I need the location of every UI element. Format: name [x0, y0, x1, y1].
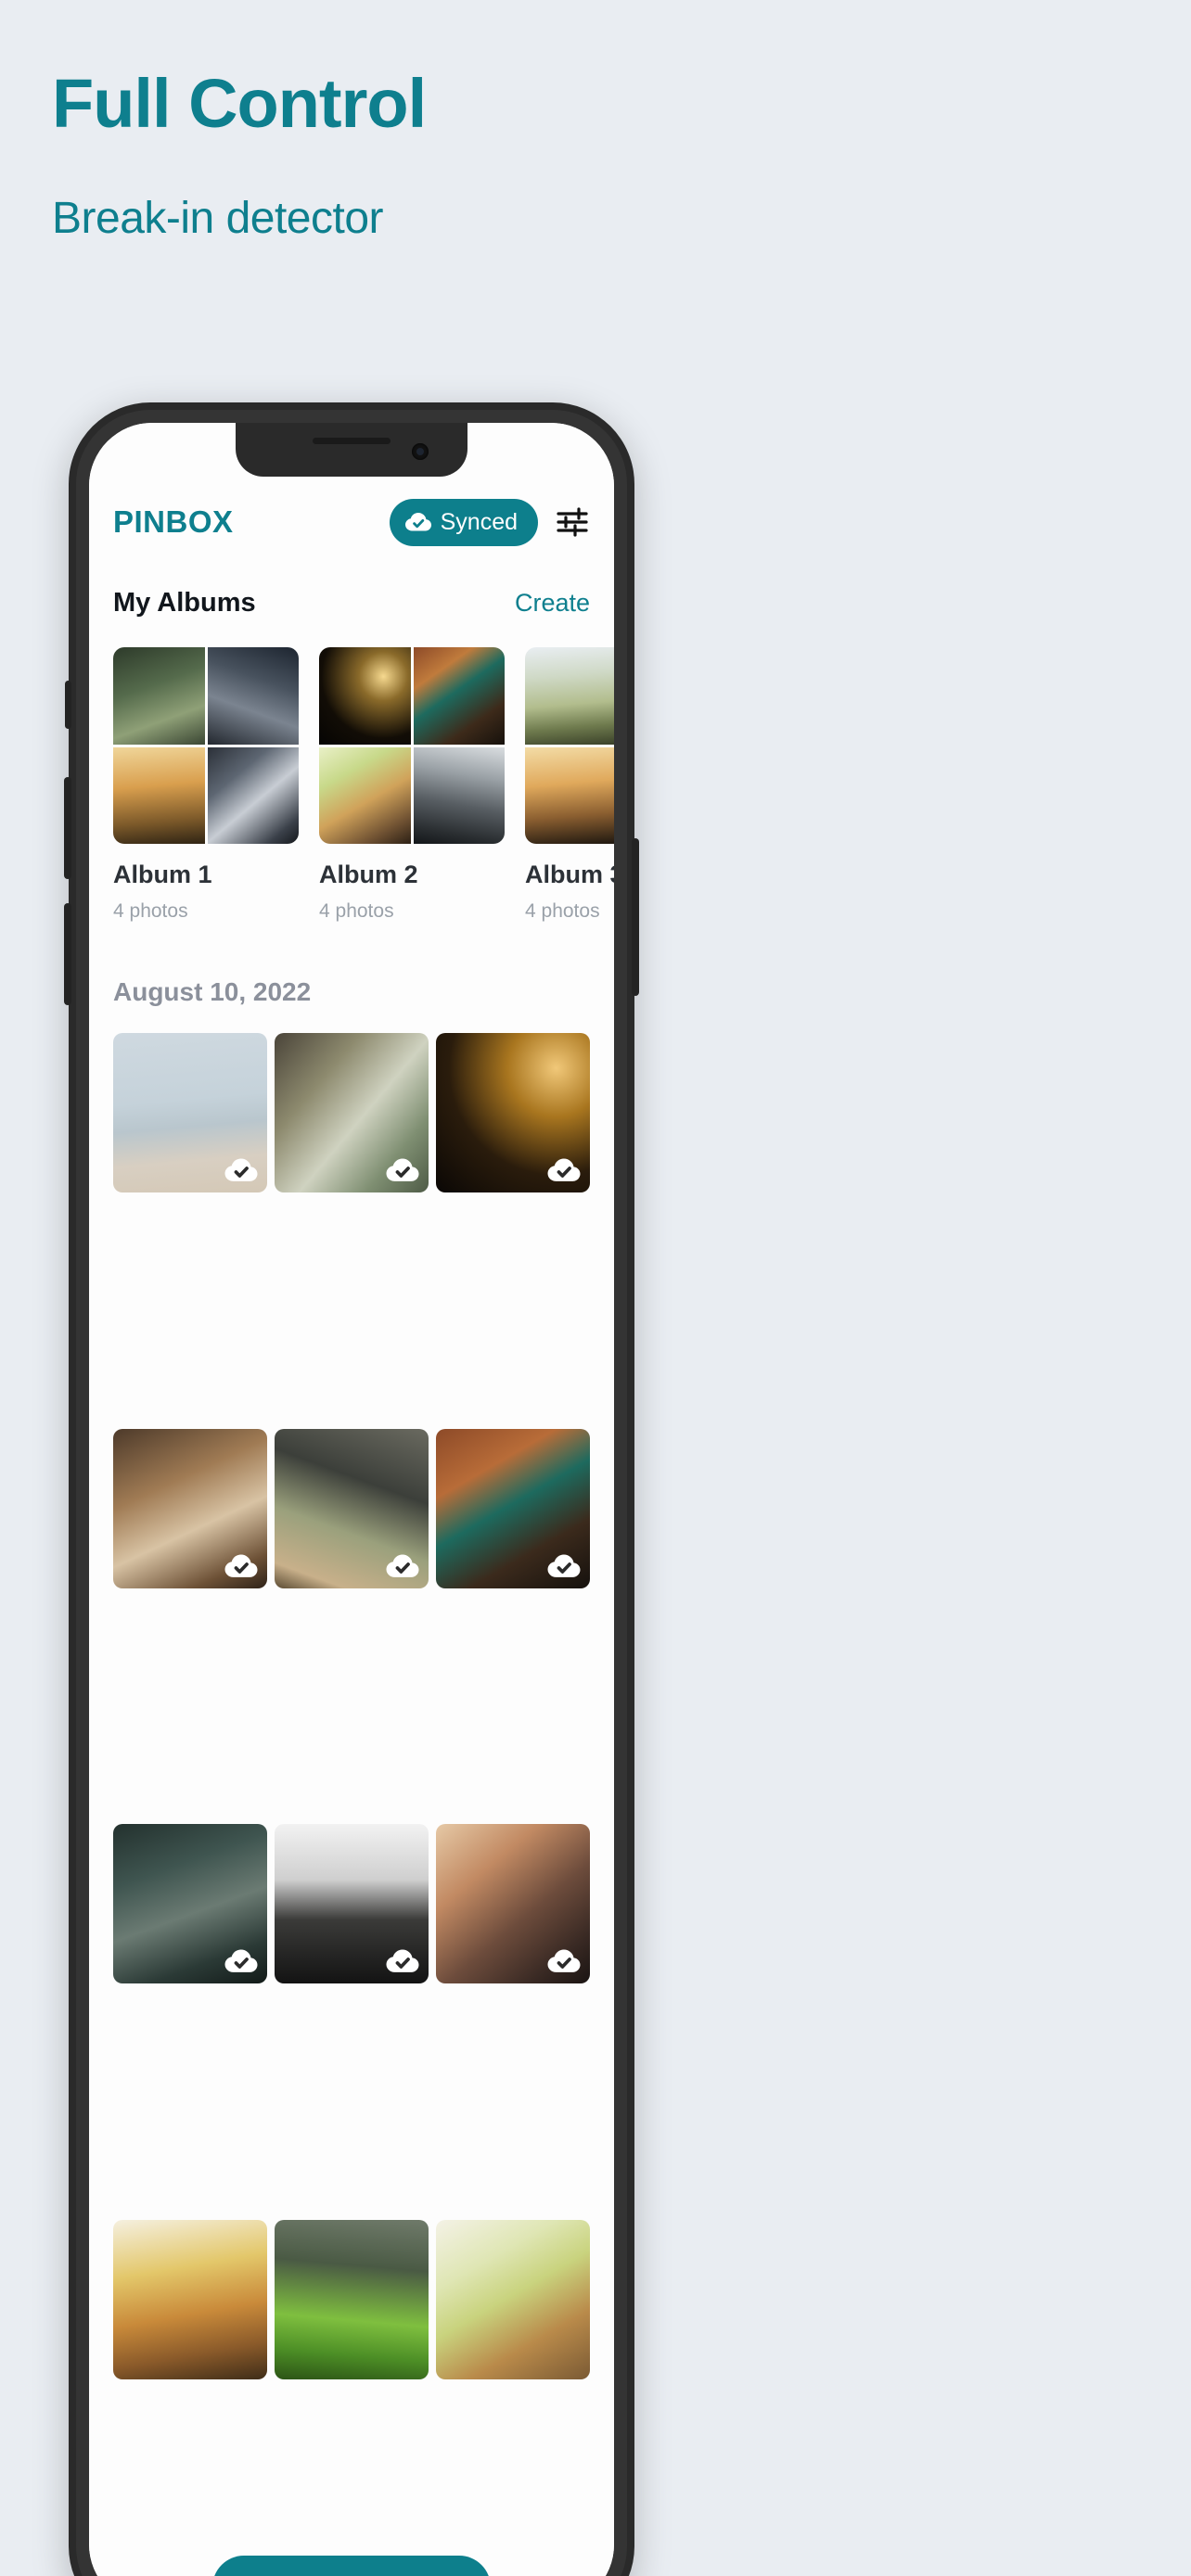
album-thumbnail [413, 746, 505, 844]
app-bar-actions: Synced [389, 498, 590, 546]
sync-status-label: Synced [440, 508, 518, 535]
phone-notch [236, 423, 467, 477]
front-camera-icon [412, 443, 429, 460]
photo-cell[interactable] [275, 1824, 429, 1983]
cloud-check-icon [404, 513, 431, 531]
album-thumbnail [319, 647, 411, 745]
volume-down-button[interactable] [64, 903, 71, 1005]
timeline-date-header: August 10, 2022 [113, 977, 312, 1006]
albums-section-title: My Albums [113, 588, 256, 618]
cloud-check-icon [224, 1949, 258, 1972]
sync-status-badge[interactable]: Synced [389, 498, 538, 546]
photo-cell[interactable] [113, 1033, 267, 1192]
photo-cell[interactable] [275, 1428, 429, 1588]
create-album-button[interactable]: Create [515, 589, 590, 618]
photo-grid[interactable] [113, 1033, 590, 2576]
photo-cell[interactable] [275, 2219, 429, 2379]
photo-cell[interactable] [436, 1824, 590, 1983]
cloud-check-icon [547, 1554, 581, 1577]
albums-carousel[interactable]: Album 1 4 photos Album 2 4 photos Album … [89, 647, 614, 935]
photo-cell[interactable] [436, 1033, 590, 1192]
album-thumbnail-grid [525, 647, 614, 844]
album-name: Album 1 [113, 861, 212, 888]
cloud-check-icon [547, 1949, 581, 1972]
photo-cell[interactable] [113, 1824, 267, 1983]
album-thumbnail [113, 647, 205, 745]
page-subtitle: Break-in detector [52, 194, 384, 243]
page-title: Full Control [52, 65, 427, 142]
album-thumbnail-grid [113, 647, 299, 844]
earpiece-speaker-icon [313, 438, 391, 444]
album-thumbnail [207, 647, 299, 745]
album-count: 4 photos [113, 900, 188, 922]
album-thumbnail [525, 746, 614, 844]
cloud-check-icon [224, 1158, 258, 1181]
album-thumbnail [525, 647, 614, 745]
album-name: Album 3 [525, 861, 614, 888]
album-thumbnail-grid [319, 647, 505, 844]
album-count: 4 photos [319, 900, 394, 922]
app-logo: PINBOX [113, 504, 234, 539]
silence-switch[interactable] [65, 681, 71, 729]
album-thumbnail [113, 746, 205, 844]
photo-cell[interactable] [436, 2219, 590, 2379]
album-thumbnail [413, 647, 505, 745]
album-thumbnail [319, 746, 411, 844]
bottom-action-bar[interactable] [212, 2556, 491, 2576]
cloud-check-icon [386, 1554, 419, 1577]
tune-sliders-icon[interactable] [555, 504, 590, 540]
album-card[interactable]: Album 3 4 photos [525, 647, 614, 935]
cloud-check-icon [547, 1158, 581, 1181]
album-thumbnail [207, 746, 299, 844]
albums-section-header: My Albums Create [113, 588, 590, 618]
phone-screen: PINBOX Synced My Albums Create Album 1 4… [89, 423, 614, 2576]
app-screen: PINBOX Synced My Albums Create Album 1 4… [89, 423, 614, 2576]
album-card[interactable]: Album 1 4 photos [113, 647, 299, 935]
cloud-check-icon [386, 1158, 419, 1181]
album-count: 4 photos [525, 900, 600, 922]
photo-cell[interactable] [436, 1428, 590, 1588]
app-bar: PINBOX Synced [89, 482, 614, 562]
album-name: Album 2 [319, 861, 418, 888]
screenshot-root: Full Control Break-in detector PINBOX Sy… [0, 0, 1191, 2576]
cloud-check-icon [386, 1949, 419, 1972]
phone-mockup: PINBOX Synced My Albums Create Album 1 4… [64, 402, 639, 2576]
photo-cell[interactable] [275, 1033, 429, 1192]
album-card[interactable]: Album 2 4 photos [319, 647, 505, 935]
photo-cell[interactable] [113, 1428, 267, 1588]
photo-cell[interactable] [113, 2219, 267, 2379]
power-button[interactable] [632, 838, 639, 996]
cloud-check-icon [224, 1554, 258, 1577]
volume-up-button[interactable] [64, 777, 71, 879]
